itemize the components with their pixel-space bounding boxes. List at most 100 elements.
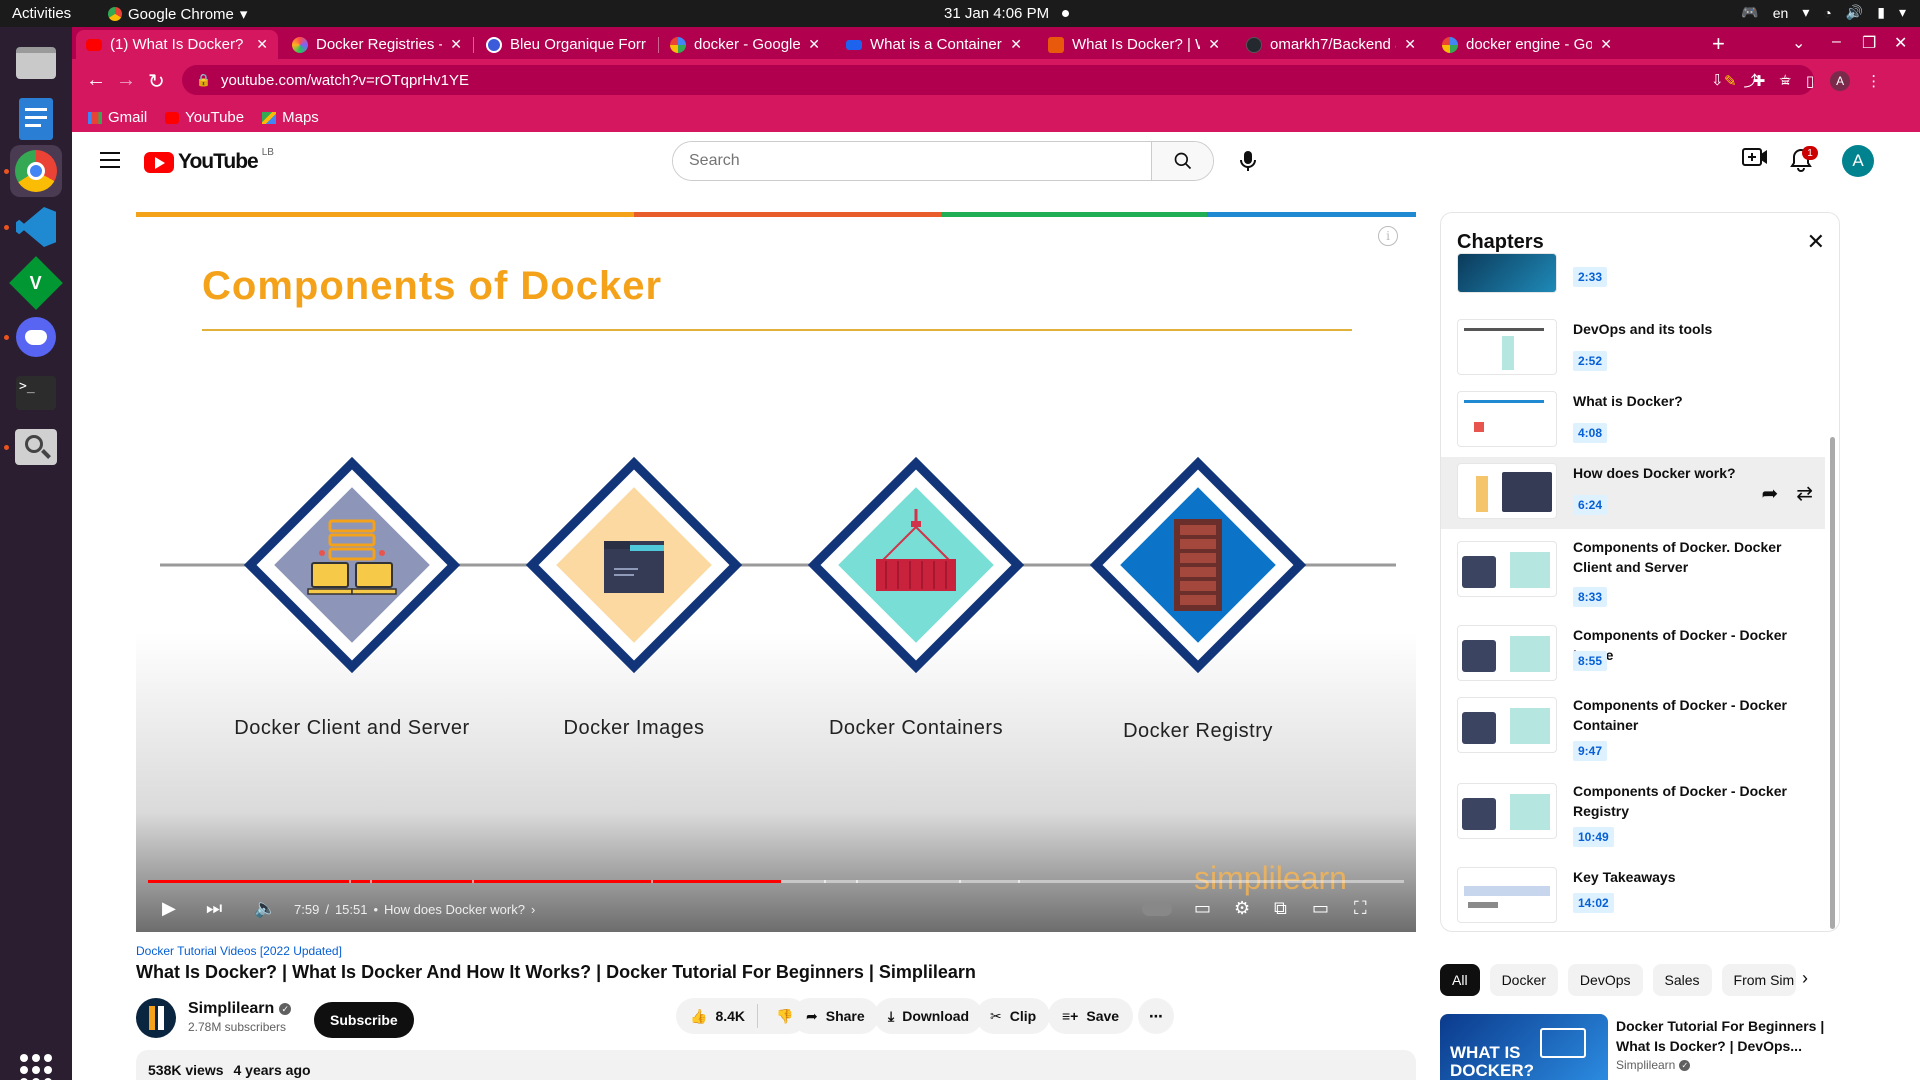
tab-youtube[interactable]: (1) What Is Docker? | ✕ (76, 30, 278, 59)
chapter-title-button[interactable]: How does Docker work? (384, 902, 525, 917)
profile-avatar[interactable]: A (1830, 71, 1851, 91)
playlist-link[interactable]: Docker Tutorial Videos [2022 Updated] (136, 944, 342, 958)
description-box[interactable]: 538K views 4 years ago (136, 1050, 1416, 1080)
terminal-app-icon[interactable]: >_ (10, 367, 62, 419)
chapter-item[interactable]: Components of Docker - Docker Container … (1441, 689, 1825, 773)
search-input[interactable] (673, 142, 1151, 180)
progress-bar[interactable] (148, 880, 1404, 883)
show-apps-button[interactable] (20, 1054, 52, 1080)
chip-sales[interactable]: Sales (1652, 964, 1712, 996)
close-icon[interactable]: ✕ (1807, 229, 1825, 255)
close-window-icon[interactable]: ✕ (1894, 33, 1907, 53)
kebab-menu-icon[interactable]: ⋮ (1866, 72, 1881, 90)
create-button[interactable] (1742, 146, 1768, 173)
info-icon[interactable]: i (1378, 226, 1398, 246)
tab-search-icon[interactable]: ⌄ (1792, 33, 1805, 53)
tab-docker-engine[interactable]: docker engine - Goo ✕ (1432, 30, 1622, 59)
channel-name[interactable]: Simplilearn ✓ (188, 1000, 292, 1018)
clip-button[interactable]: ✂ Clip (976, 998, 1051, 1034)
reload-icon[interactable]: ↻ (148, 69, 165, 94)
fullscreen-icon[interactable]: ⛶ (1354, 898, 1367, 919)
channel-avatar[interactable] (136, 998, 176, 1038)
bookmark-maps[interactable]: Maps (262, 109, 319, 126)
address-bar[interactable]: 🔒 youtube.com/watch?v=rOTqprHv1YE ⇩ ⤴ ☆ (182, 65, 1814, 95)
more-actions-button[interactable]: ⋯ (1138, 998, 1174, 1034)
close-tab-icon[interactable]: ✕ (450, 36, 462, 53)
system-tray[interactable]: 🎮 en ▾ ◔ 🔊 ▮ ▾ (1741, 4, 1906, 21)
autoplay-toggle[interactable] (1142, 902, 1172, 916)
subscribe-button[interactable]: Subscribe (314, 1002, 414, 1038)
share-button[interactable]: ➦ Share (792, 998, 879, 1034)
voice-search-button[interactable] (1228, 141, 1268, 181)
tab-what-is-docker[interactable]: What Is Docker? | Wl ✕ (1038, 30, 1230, 59)
media-controls-icon[interactable]: ≡ (1781, 73, 1790, 90)
tab-github-backend[interactable]: omarkh7/Backend a ✕ (1236, 30, 1426, 59)
chip-all[interactable]: All (1440, 964, 1480, 996)
extensions-icon[interactable]: ✚ (1753, 72, 1766, 90)
close-tab-icon[interactable]: ✕ (1208, 36, 1220, 53)
chip-from-simplilearn[interactable]: From Sim (1721, 964, 1796, 996)
chapter-item[interactable]: Components of Docker. Docker Client and … (1441, 531, 1825, 619)
minimize-icon[interactable]: – (1832, 33, 1841, 51)
theater-mode-icon[interactable]: ▭ (1312, 898, 1329, 919)
tab-docker-registries[interactable]: Docker Registries - A ✕ (282, 30, 472, 59)
youtube-logo[interactable]: YouTube LB (144, 147, 274, 174)
chapter-timestamp: 10:49 (1573, 827, 1614, 847)
play-icon[interactable]: ▶ (162, 898, 176, 919)
chip-docker[interactable]: Docker (1489, 964, 1558, 996)
volume-icon[interactable]: 🔈 (254, 898, 276, 919)
discord-app-icon[interactable] (4, 311, 62, 363)
save-button[interactable]: ≡+ Save (1048, 998, 1134, 1034)
chapter-item[interactable]: Components of Docker - Docker Image 8:55 (1441, 619, 1825, 691)
close-tab-icon[interactable]: ✕ (1404, 36, 1416, 53)
files-app-icon[interactable] (10, 37, 62, 89)
miniplayer-icon[interactable]: ⧉ (1274, 898, 1287, 919)
close-tab-icon[interactable]: ✕ (1010, 36, 1022, 53)
search-button[interactable] (1151, 142, 1213, 180)
writer-app-icon[interactable] (10, 93, 62, 145)
activities-button[interactable]: Activities (12, 5, 71, 22)
close-tab-icon[interactable]: ✕ (1600, 36, 1612, 53)
chip-devops[interactable]: DevOps (1567, 964, 1643, 996)
recommended-video[interactable]: WHAT IS DOCKER? Docker Tutorial For Begi… (1440, 1014, 1840, 1080)
new-tab-button[interactable]: + (1712, 31, 1725, 57)
vscode-app-icon[interactable] (4, 201, 62, 253)
vim-app-icon[interactable]: V (9, 256, 63, 310)
account-avatar[interactable]: A (1842, 145, 1874, 177)
chapters-scrollbar[interactable] (1830, 437, 1835, 929)
install-icon[interactable]: ⇩ (1711, 71, 1724, 89)
pen-extension-icon[interactable]: ✎ (1724, 72, 1737, 90)
bookmark-gmail[interactable]: Gmail (88, 109, 147, 126)
next-icon[interactable]: ⏭ (206, 898, 222, 919)
chapter-item[interactable]: Components of Docker - Docker Registry 1… (1441, 775, 1825, 859)
clock[interactable]: 31 Jan 4:06 PM (944, 5, 1049, 22)
side-panel-icon[interactable]: ▯ (1806, 72, 1814, 90)
video-player[interactable]: i Components of Docker Docker Client and… (136, 212, 1416, 932)
image-viewer-app-icon[interactable] (4, 421, 62, 473)
chapter-item[interactable]: What is Docker? 4:08 (1441, 385, 1825, 457)
loop-chapter-icon[interactable]: ⇄ (1796, 481, 1813, 506)
close-tab-icon[interactable]: ✕ (808, 36, 820, 53)
chapter-item[interactable]: 2:33 (1441, 253, 1825, 301)
language-indicator[interactable]: en (1773, 5, 1789, 21)
subtitles-icon[interactable]: ▭ (1194, 898, 1211, 919)
tab-bleu-organique[interactable]: Bleu Organique Forr (476, 30, 656, 59)
chevron-right-icon[interactable]: › (1802, 968, 1808, 989)
forward-icon[interactable]: → (116, 69, 136, 92)
tab-what-is-container[interactable]: What is a Container ✕ (836, 30, 1032, 59)
guide-menu-icon[interactable] (100, 152, 120, 173)
back-icon[interactable]: ← (86, 69, 106, 92)
app-menu[interactable]: Google Chrome ▾ (108, 5, 247, 23)
download-button[interactable]: ⤓ Download (874, 998, 984, 1034)
restore-icon[interactable]: ❐ (1862, 33, 1876, 53)
settings-gear-icon[interactable]: ⚙ (1234, 898, 1250, 919)
close-tab-icon[interactable]: ✕ (256, 36, 268, 53)
bookmark-youtube[interactable]: YouTube (165, 109, 244, 126)
chapter-item-current[interactable]: How does Docker work? 6:24 ➦ ⇄ (1441, 457, 1825, 529)
share-chapter-icon[interactable]: ➦ (1761, 481, 1778, 506)
chapter-item[interactable]: Key Takeaways 14:02 (1441, 861, 1825, 931)
chapter-item[interactable]: DevOps and its tools 2:52 (1441, 313, 1825, 385)
like-button[interactable]: 👍 8.4K (676, 1004, 759, 1028)
chrome-app-icon[interactable] (4, 145, 62, 197)
tab-google-docker[interactable]: docker - Google Sear ✕ (660, 30, 830, 59)
